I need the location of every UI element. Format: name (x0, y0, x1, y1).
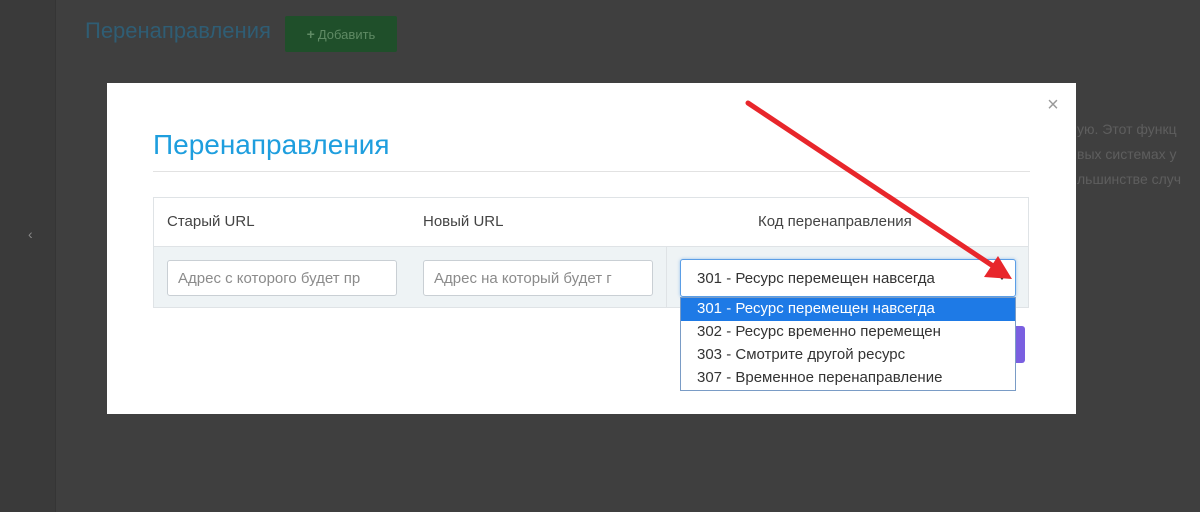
column-divider (666, 247, 667, 307)
option-303[interactable]: 303 - Смотрите другой ресурс (681, 344, 1015, 367)
option-302[interactable]: 302 - Ресурс временно перемещен (681, 321, 1015, 344)
page-title: Перенаправления (85, 18, 271, 43)
column-header-redirect-code: Код перенаправления (758, 213, 912, 230)
save-button[interactable] (1015, 326, 1025, 363)
table-header: Старый URL Новый URL Код перенаправления (154, 198, 1028, 247)
divider (153, 171, 1030, 172)
redirect-code-dropdown: 301 - Ресурс перемещен навсегда 302 - Ре… (680, 297, 1016, 391)
description-text: вых системах у (1077, 146, 1177, 162)
description-text: льшинстве случ (1077, 171, 1182, 187)
redirect-code-select[interactable]: 301 - Ресурс перемещен навсегда (680, 259, 1016, 297)
old-url-input[interactable] (167, 260, 397, 296)
option-301[interactable]: 301 - Ресурс перемещен навсегда (681, 298, 1015, 321)
option-307[interactable]: 307 - Временное перенаправление (681, 367, 1015, 390)
close-icon[interactable]: × (1043, 95, 1063, 115)
modal-title: Перенаправления (153, 129, 390, 160)
chevron-left-icon[interactable]: ‹ (28, 226, 33, 242)
chevron-down-icon (997, 274, 1007, 280)
redirect-table: Старый URL Новый URL Код перенаправления… (153, 197, 1029, 308)
column-header-old-url: Старый URL (167, 213, 255, 230)
new-url-input[interactable] (423, 260, 653, 296)
description-text: ую. Этот функц (1077, 121, 1177, 137)
add-button[interactable]: + Добавить (285, 16, 397, 52)
column-header-new-url: Новый URL (423, 213, 504, 230)
plus-icon: + (306, 26, 315, 42)
redirect-code-selected: 301 - Ресурс перемещен навсегда (697, 270, 935, 287)
add-button-label: Добавить (317, 26, 376, 42)
sidebar (0, 0, 56, 512)
